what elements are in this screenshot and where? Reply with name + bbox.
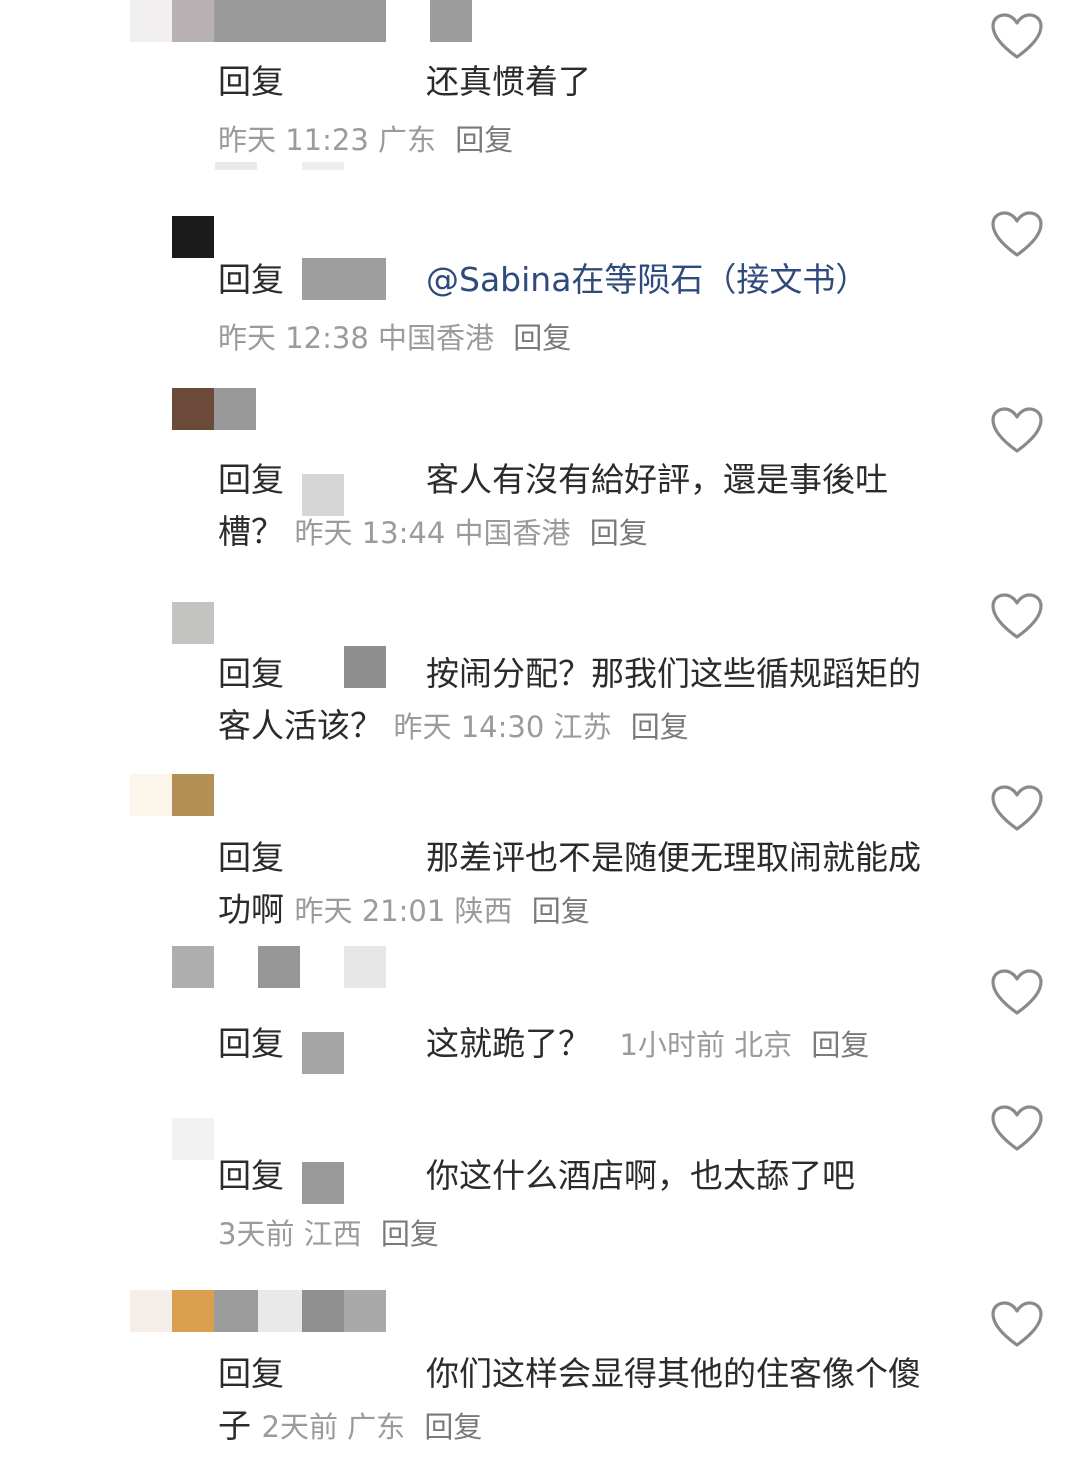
username-redacted (302, 1290, 344, 1332)
comment-location: 江苏 (553, 710, 612, 744)
comment-time: 昨天 11:23 (218, 123, 369, 157)
heart-icon (991, 407, 1043, 453)
reply-button[interactable]: 回复 (455, 123, 513, 157)
comment-text: 你这什么酒店啊，也太舔了吧 (426, 1156, 855, 1195)
comment-meta: 昨天 12:38 中国香港 回复 (218, 318, 571, 358)
avatar[interactable] (130, 1290, 172, 1332)
comment-location: 陕西 (454, 894, 513, 928)
heart-icon (991, 1301, 1043, 1347)
comment-body[interactable]: 回复 还真惯着了 (218, 56, 948, 108)
comment-meta: 2天前 广东 回复 (262, 1410, 483, 1444)
comment-body[interactable]: 回复 你这什么酒店啊，也太舔了吧 (218, 1150, 948, 1202)
like-button[interactable] (990, 1104, 1044, 1154)
like-button[interactable] (990, 210, 1044, 260)
reply-button[interactable]: 回复 (631, 710, 689, 744)
like-button[interactable] (990, 784, 1044, 834)
reply-prefix: 回复 (218, 1024, 284, 1063)
reply-prefix: 回复 (218, 1156, 284, 1195)
mention-link[interactable]: @Sabina在等陨石（接文书） (426, 260, 868, 299)
like-button[interactable] (990, 12, 1044, 62)
redaction-mark (215, 162, 257, 170)
username-redacted (344, 1290, 386, 1332)
comment-meta: 昨天 13:44 中国香港 回复 (295, 516, 648, 550)
username-redacted (258, 946, 300, 988)
comment-text: 还真惯着了 (426, 62, 591, 101)
reply-prefix: 回复 (218, 62, 284, 101)
comment-location: 中国香港 (378, 321, 495, 355)
comment-time: 1小时前 (619, 1028, 725, 1062)
comment-location: 江西 (303, 1217, 362, 1251)
comment-time: 昨天 13:44 (294, 516, 446, 550)
heart-icon (991, 1105, 1043, 1151)
reply-button[interactable]: 回复 (424, 1410, 482, 1444)
comment-meta: 1小时前 北京 回复 (620, 1028, 870, 1062)
username-redacted (258, 1290, 302, 1332)
avatar[interactable] (172, 946, 214, 988)
heart-icon (991, 593, 1043, 639)
reply-prefix: 回复 (218, 1354, 284, 1393)
avatar (172, 1290, 214, 1332)
heart-icon (991, 785, 1043, 831)
reply-button[interactable]: 回复 (532, 894, 590, 928)
avatar (214, 388, 256, 430)
username-redacted (214, 1290, 258, 1332)
avatar[interactable] (130, 774, 172, 816)
username-redacted (344, 946, 386, 988)
username-redacted (430, 0, 472, 42)
comment-time: 昨天 14:30 (393, 710, 545, 744)
comment-body[interactable]: 回复 你们这样会显得其他的住客像个傻子 2天前 广东 回复 (218, 1348, 948, 1453)
avatar[interactable] (172, 388, 214, 430)
reply-prefix: 回复 (218, 838, 284, 877)
comment-body[interactable]: 回复 那差评也不是随便无理取闹就能成功啊 昨天 21:01 陕西 回复 (218, 832, 948, 937)
avatar (172, 0, 214, 42)
comment-time: 2天前 (261, 1410, 338, 1444)
comment-time: 昨天 21:01 (294, 894, 446, 928)
reply-prefix: 回复 (218, 260, 284, 299)
like-button[interactable] (990, 406, 1044, 456)
redaction-mark (302, 162, 344, 170)
reply-button[interactable]: 回复 (811, 1028, 869, 1062)
username-redacted[interactable] (214, 0, 386, 42)
comment-time: 3天前 (218, 1217, 295, 1251)
comment-body[interactable]: 回复 @Sabina在等陨石（接文书） (218, 254, 948, 306)
comment-meta: 昨天 14:30 江苏 回复 (394, 710, 689, 744)
comment-body[interactable]: 回复 按闹分配？那我们这些循规蹈矩的客人活该？ 昨天 14:30 江苏 回复 (218, 648, 948, 753)
comment-location: 广东 (378, 123, 437, 157)
comment-location: 中国香港 (454, 516, 571, 550)
comment-location: 北京 (734, 1028, 793, 1062)
comment-meta: 昨天 21:01 陕西 回复 (295, 894, 590, 928)
heart-icon (991, 969, 1043, 1015)
like-button[interactable] (990, 592, 1044, 642)
heart-icon (991, 13, 1043, 59)
avatar (172, 774, 214, 816)
avatar[interactable] (172, 216, 214, 258)
avatar[interactable] (172, 1118, 214, 1160)
like-button[interactable] (990, 968, 1044, 1018)
reply-prefix: 回复 (218, 654, 284, 693)
comment-text: 这就跪了？ (426, 1024, 591, 1063)
comment-location: 广东 (347, 1410, 406, 1444)
avatar[interactable] (172, 602, 214, 644)
comment-meta: 昨天 11:23 广东 回复 (218, 120, 513, 160)
comment-body[interactable]: 回复 这就跪了？ 1小时前 北京 回复 (218, 1018, 948, 1071)
comment-body[interactable]: 回复 客人有沒有給好評，還是事後吐槽？ 昨天 13:44 中国香港 回复 (218, 454, 948, 559)
reply-button[interactable]: 回复 (381, 1217, 439, 1251)
reply-button[interactable]: 回复 (513, 321, 571, 355)
comment-meta: 3天前 江西 回复 (218, 1214, 439, 1254)
heart-icon (991, 211, 1043, 257)
reply-button[interactable]: 回复 (590, 516, 648, 550)
reply-prefix: 回复 (218, 460, 284, 499)
comment-time: 昨天 12:38 (218, 321, 369, 355)
like-button[interactable] (990, 1300, 1044, 1350)
